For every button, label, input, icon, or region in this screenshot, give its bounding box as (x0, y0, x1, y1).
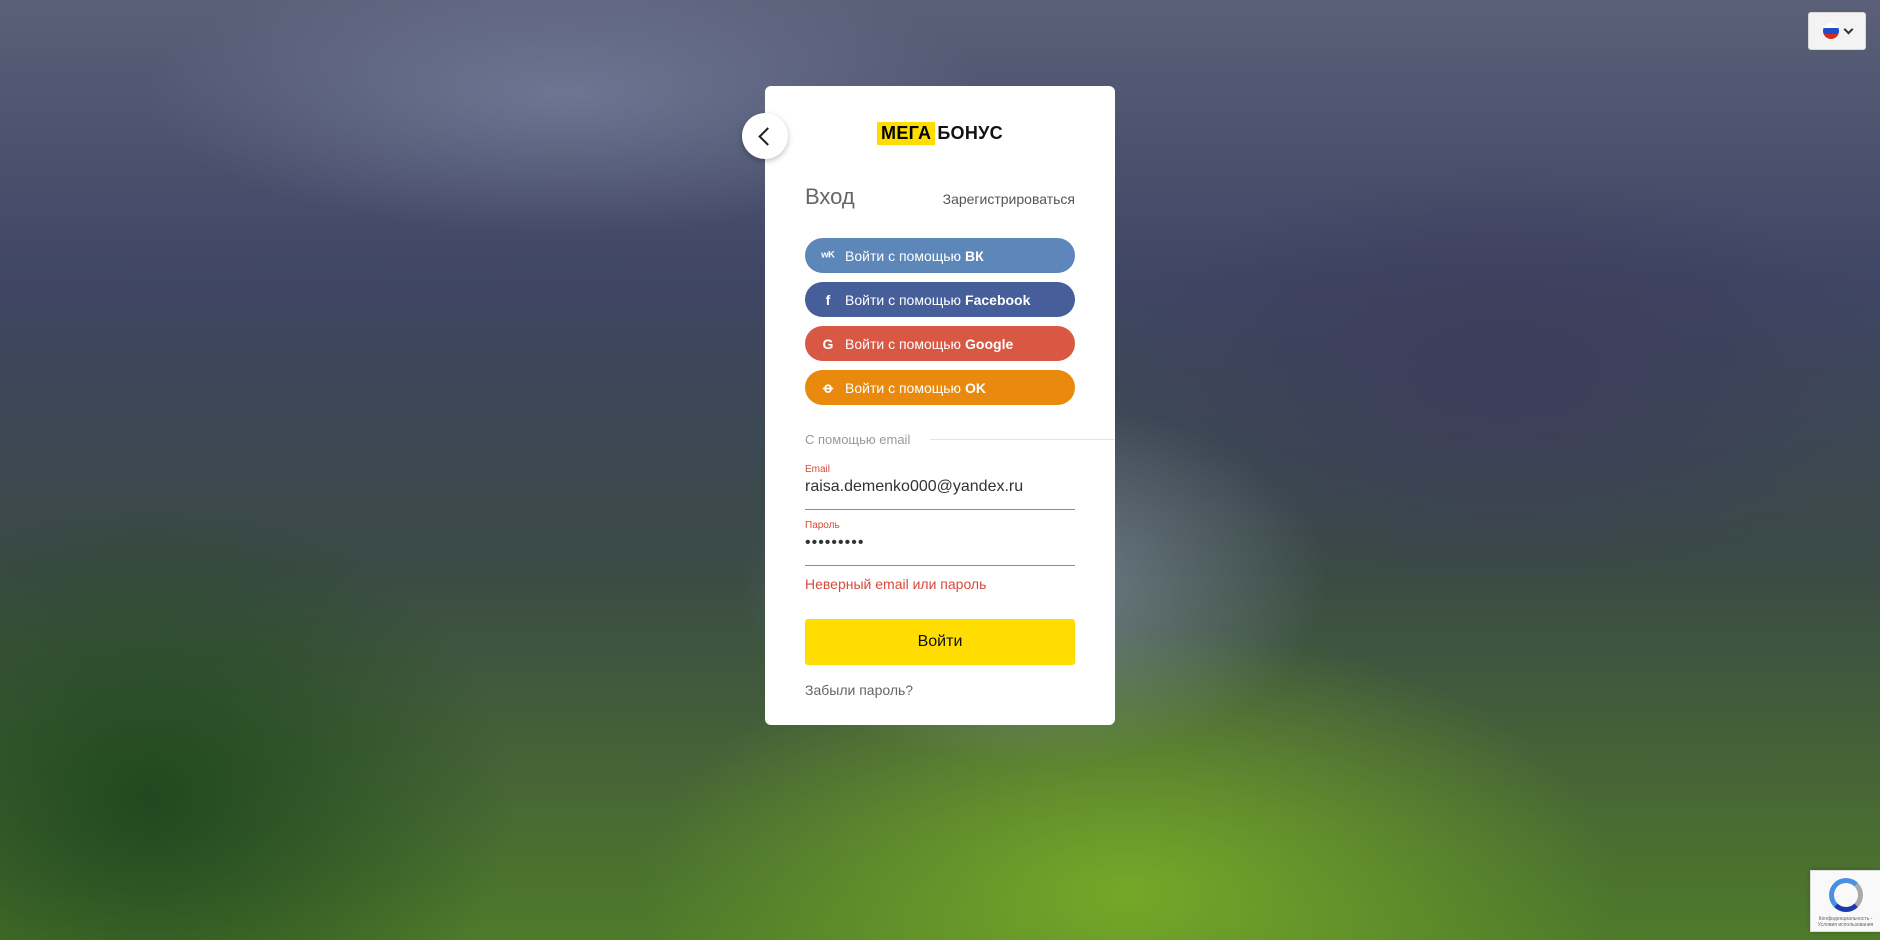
email-separator-label: С помощью email (805, 432, 911, 447)
register-link[interactable]: Зарегистрироваться (943, 191, 1075, 207)
logo-part-mega: МЕГА (877, 122, 936, 145)
login-ok-button[interactable]: ꝋ Войти с помощью OK (805, 370, 1075, 405)
email-label: Email (805, 464, 831, 475)
login-ok-brand: OK (965, 379, 987, 396)
page-title: Вход (805, 184, 855, 209)
megabonus-logo[interactable]: МЕГА БОНУС (765, 122, 1115, 145)
back-button[interactable] (742, 113, 788, 159)
login-card: МЕГА БОНУС Вход Зарегистрироваться ʷᴷ Во… (765, 86, 1115, 725)
login-facebook-prefix: Войти с помощью (845, 291, 962, 308)
recaptcha-badge[interactable]: Конфиденциальность - Условия использован… (1810, 870, 1880, 932)
separator-line (930, 439, 1115, 440)
logo-part-bonus: БОНУС (937, 123, 1003, 143)
chevron-left-icon (758, 126, 777, 146)
login-ok-prefix: Войти с помощью (845, 379, 962, 396)
error-message: Неверный email или пароль (805, 576, 987, 592)
vk-icon: ʷᴷ (821, 247, 835, 264)
flag-ru-icon (1822, 23, 1839, 39)
email-input[interactable]: raisa.demenko000@yandex.ru (805, 478, 1075, 502)
forgot-password-link[interactable]: Забыли пароль? (805, 682, 913, 698)
facebook-icon: f (825, 291, 831, 308)
password-field[interactable]: Пароль ••••••••• (805, 520, 1075, 566)
password-input[interactable]: ••••••••• (805, 534, 1075, 558)
odnoklassniki-icon: ꝋ (823, 379, 833, 395)
google-icon: G (822, 335, 834, 352)
recaptcha-text[interactable]: Конфиденциальность - Условия использован… (1811, 916, 1880, 928)
language-selector[interactable] (1808, 12, 1866, 50)
password-label: Пароль (805, 520, 840, 531)
chevron-down-icon (1843, 24, 1853, 34)
login-submit-button[interactable]: Войти (805, 619, 1075, 665)
login-google-prefix: Войти с помощью (845, 335, 962, 352)
recaptcha-icon (1828, 878, 1863, 912)
title-row: Вход Зарегистрироваться (805, 184, 1075, 210)
email-separator: С помощью email (805, 432, 1115, 447)
email-field[interactable]: Email raisa.demenko000@yandex.ru (805, 464, 1075, 510)
login-vk-brand: ВК (965, 247, 984, 264)
login-facebook-brand: Facebook (965, 291, 1031, 308)
login-google-brand: Google (965, 335, 1014, 352)
login-vk-prefix: Войти с помощью (845, 247, 962, 264)
login-vk-button[interactable]: ʷᴷ Войти с помощью ВК (805, 238, 1075, 273)
login-google-button[interactable]: G Войти с помощью Google (805, 326, 1075, 361)
login-facebook-button[interactable]: f Войти с помощью Facebook (805, 282, 1075, 317)
